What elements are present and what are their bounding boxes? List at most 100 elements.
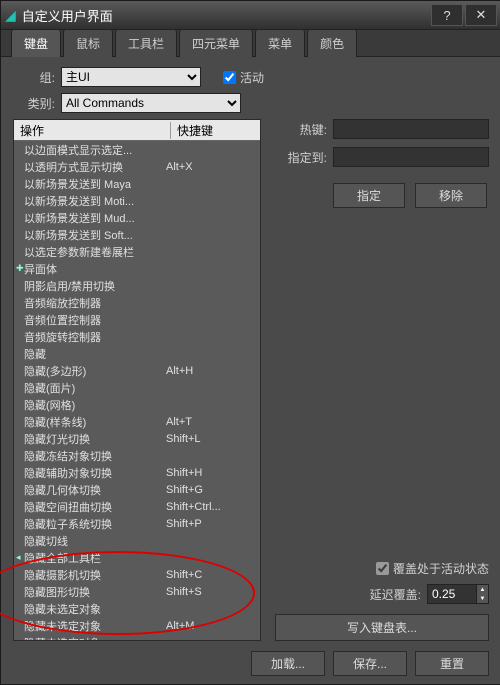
item-label: 隐藏(面片) [24, 380, 166, 396]
group-label: 组: [13, 69, 55, 86]
remove-button[interactable]: 移除 [415, 183, 487, 208]
item-label: 隐藏灯光切换 [24, 431, 166, 447]
list-item[interactable]: 阴影启用/禁用切换 [14, 277, 260, 294]
override-checkbox[interactable] [376, 562, 389, 575]
right-panel: 热键: 指定到: 指定 移除 覆盖处于活动状态 延迟覆盖: [275, 119, 489, 641]
item-label: 以新场景发送到 Maya [24, 176, 166, 192]
list-item[interactable]: 音频旋转控制器 [14, 328, 260, 345]
spinner-up-icon[interactable]: ▲ [476, 585, 488, 594]
item-label: 以新场景发送到 Mud... [24, 210, 166, 226]
category-label: 类别: [13, 95, 55, 112]
item-label: 以透明方式显示切换 [24, 159, 166, 175]
list-item[interactable]: 隐藏粒子系统切换Shift+P [14, 515, 260, 532]
reset-button[interactable]: 重置 [415, 651, 489, 676]
override-label: 覆盖处于活动状态 [393, 560, 489, 577]
active-checkbox[interactable] [223, 71, 236, 84]
list-item[interactable]: 以新场景发送到 Mud... [14, 209, 260, 226]
list-item[interactable]: 隐藏摄影机切换Shift+C [14, 566, 260, 583]
list-item[interactable]: 隐藏切线 [14, 532, 260, 549]
close-button[interactable]: ✕ [465, 4, 497, 26]
hotkey-input[interactable] [333, 119, 489, 139]
action-list-header: 操作 快捷键 [14, 120, 260, 141]
tab-quads[interactable]: 四元菜单 [179, 29, 253, 57]
list-item[interactable]: 隐藏几何体切换Shift+G [14, 481, 260, 498]
item-shortcut: Shift+Ctrl... [166, 501, 260, 513]
tab-keyboard[interactable]: 键盘 [11, 29, 61, 57]
item-label: 以新场景发送到 Soft... [24, 227, 166, 243]
list-item[interactable]: 隐藏未选定对象 [14, 600, 260, 617]
category-select[interactable]: All Commands [61, 93, 241, 113]
list-item[interactable]: 隐藏 [14, 345, 260, 362]
item-label: 音频位置控制器 [24, 312, 166, 328]
item-label: 隐藏未选定对象 [24, 635, 166, 641]
load-button[interactable]: 加载... [251, 651, 325, 676]
item-shortcut: Shift+S [166, 586, 260, 598]
write-keyboard-chart-button[interactable]: 写入键盘表... [275, 614, 489, 641]
list-item[interactable]: 音频位置控制器 [14, 311, 260, 328]
tab-toolbars[interactable]: 工具栏 [115, 29, 177, 57]
tab-colors[interactable]: 颜色 [307, 29, 357, 57]
group-select[interactable]: 主UI [61, 67, 201, 87]
active-checkbox-wrap[interactable]: 活动 [219, 68, 264, 87]
assign-button[interactable]: 指定 [333, 183, 405, 208]
list-item[interactable]: ◂隐藏全部工具栏 [14, 549, 260, 566]
tab-menus[interactable]: 菜单 [255, 29, 305, 57]
item-shortcut: Alt+T [166, 416, 260, 428]
app-logo-icon: ◢ [5, 7, 16, 24]
list-item[interactable]: 隐藏(样条线)Alt+T [14, 413, 260, 430]
list-item[interactable]: 以透明方式显示切换Alt+X [14, 158, 260, 175]
item-label: 隐藏(多边形) [24, 363, 166, 379]
item-label: 隐藏摄影机切换 [24, 567, 166, 583]
assigned-to-label: 指定到: [275, 149, 327, 166]
list-item[interactable]: 以新场景发送到 Soft... [14, 226, 260, 243]
item-label: 隐藏空间扭曲切换 [24, 499, 166, 515]
item-shortcut: Alt+X [166, 161, 260, 173]
item-label: 音频缩放控制器 [24, 295, 166, 311]
item-label: 异面体 [24, 261, 166, 277]
list-item[interactable]: 以新场景发送到 Maya [14, 175, 260, 192]
list-item[interactable]: 隐藏未选定对象Alt+M [14, 617, 260, 634]
list-item[interactable]: 隐藏冻结对象切换 [14, 447, 260, 464]
item-shortcut: Shift+G [166, 484, 260, 496]
list-item[interactable]: 音频缩放控制器 [14, 294, 260, 311]
delay-value: 0.25 [432, 587, 455, 601]
action-list[interactable]: 以边面模式显示选定...以透明方式显示切换Alt+X以新场景发送到 Maya以新… [14, 141, 260, 640]
col-shortcut[interactable]: 快捷键 [171, 122, 260, 139]
item-label: 隐藏冻结对象切换 [24, 448, 166, 464]
item-marker-icon: ✚ [16, 263, 24, 274]
item-shortcut: Shift+C [166, 569, 260, 581]
item-label: 隐藏切线 [24, 533, 166, 549]
spinner-down-icon[interactable]: ▼ [476, 594, 488, 603]
list-item[interactable]: 隐藏灯光切换Shift+L [14, 430, 260, 447]
list-item[interactable]: 以边面模式显示选定... [14, 141, 260, 158]
help-button[interactable]: ? [431, 4, 463, 26]
list-item[interactable]: 隐藏(网格) [14, 396, 260, 413]
assigned-to-display [333, 147, 489, 167]
item-label: 隐藏未选定对象 [24, 618, 166, 634]
item-label: 隐藏全部工具栏 [24, 550, 166, 566]
item-shortcut: Alt+M [166, 620, 260, 632]
delay-spinner[interactable]: 0.25 ▲ ▼ [427, 584, 489, 604]
list-item[interactable]: 以选定参数新建卷展栏 [14, 243, 260, 260]
override-checkbox-wrap[interactable]: 覆盖处于活动状态 [275, 559, 489, 578]
customize-ui-window: ◢ 自定义用户界面 ? ✕ 键盘 鼠标 工具栏 四元菜单 菜单 颜色 组: 主U… [0, 0, 500, 685]
item-label: 阴影启用/禁用切换 [24, 278, 166, 294]
tab-mouse[interactable]: 鼠标 [63, 29, 113, 57]
item-shortcut: Alt+H [166, 365, 260, 377]
col-action[interactable]: 操作 [14, 122, 171, 139]
list-item[interactable]: 隐藏空间扭曲切换Shift+Ctrl... [14, 498, 260, 515]
hotkey-label: 热键: [275, 121, 327, 138]
list-item[interactable]: 隐藏辅助对象切换Shift+H [14, 464, 260, 481]
list-item[interactable]: ✚异面体 [14, 260, 260, 277]
list-item[interactable]: 隐藏(多边形)Alt+H [14, 362, 260, 379]
item-label: 隐藏几何体切换 [24, 482, 166, 498]
item-label: 隐藏图形切换 [24, 584, 166, 600]
save-button[interactable]: 保存... [333, 651, 407, 676]
list-item[interactable]: 隐藏图形切换Shift+S [14, 583, 260, 600]
list-item[interactable]: 以新场景发送到 Moti... [14, 192, 260, 209]
list-item[interactable]: 隐藏(面片) [14, 379, 260, 396]
content-area: 组: 主UI 活动 类别: All Commands 操作 快捷键 以边面模式显… [1, 57, 500, 684]
item-label: 以新场景发送到 Moti... [24, 193, 166, 209]
list-item[interactable]: 隐藏未选定对象 [14, 634, 260, 640]
titlebar: ◢ 自定义用户界面 ? ✕ [1, 1, 500, 29]
